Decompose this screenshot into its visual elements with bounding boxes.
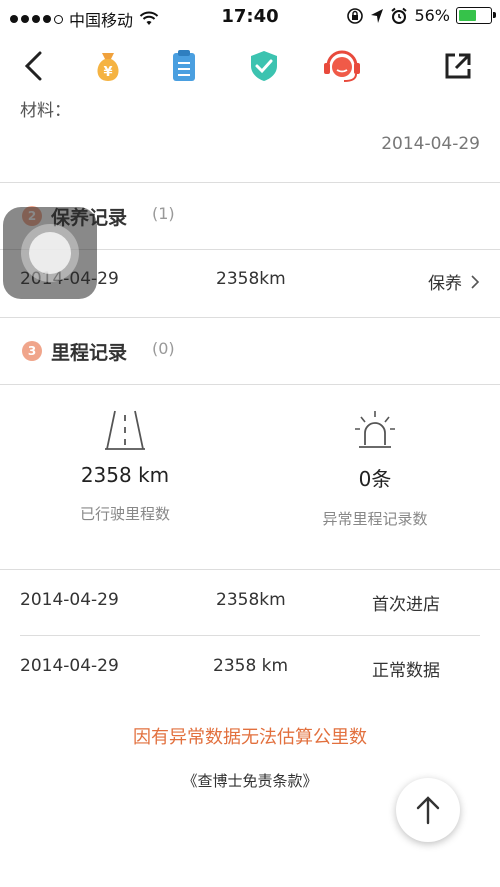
mileage-record-row: 2014-04-29 2358km 首次进店 <box>0 570 500 636</box>
report-button[interactable] <box>164 46 204 86</box>
scroll-top-button[interactable] <box>396 778 460 842</box>
customer-service-icon <box>324 50 360 82</box>
estimate-warning: 因有异常数据无法估算公里数 <box>133 727 367 748</box>
materials-date: 2014-04-29 <box>381 134 480 154</box>
section-title: 里程记录 <box>51 342 128 364</box>
location-icon <box>371 8 384 23</box>
record-status: 正常数据 <box>372 661 440 681</box>
toolbar: ¥ <box>0 38 500 94</box>
record-date: 2014-04-29 <box>20 656 119 676</box>
alarm-icon <box>391 7 408 24</box>
share-icon <box>445 53 471 79</box>
section-number-badge: 3 <box>22 341 42 361</box>
abnormal-record-stat: 0条 异常里程记录数 <box>250 409 500 529</box>
document-icon <box>173 50 195 81</box>
driven-mileage-value: 2358 km <box>80 463 170 487</box>
svg-text:¥: ¥ <box>103 65 112 80</box>
record-type-label: 保养 <box>428 274 462 294</box>
record-mileage: 2358 km <box>213 656 289 676</box>
back-button[interactable] <box>14 46 54 86</box>
materials-label: 材料： <box>20 101 71 121</box>
money-button[interactable]: ¥ <box>88 46 128 86</box>
assistive-touch-button[interactable] <box>3 207 97 299</box>
arrow-up-icon <box>416 796 440 825</box>
battery-icon <box>456 7 496 24</box>
mileage-stats: 2358 km 已行驶里程数 0条 异常里程记录数 <box>0 409 500 584</box>
record-date: 2014-04-29 <box>20 590 119 610</box>
money-bag-icon: ¥ <box>97 53 119 81</box>
record-mileage: 2358km <box>216 269 286 289</box>
road-icon <box>105 410 145 450</box>
status-bar: 中国移动 17:40 56% <box>0 0 500 34</box>
orientation-lock-icon <box>347 7 364 24</box>
share-button[interactable] <box>438 46 478 86</box>
driven-mileage-label: 已行驶里程数 <box>79 505 170 523</box>
record-status: 首次进店 <box>372 595 440 615</box>
section-count: (0) <box>152 339 175 358</box>
chevron-right-icon <box>471 274 480 289</box>
alarm-light-icon <box>355 411 395 448</box>
status-right: 56% <box>346 6 496 25</box>
customer-service-button[interactable] <box>322 46 362 86</box>
protection-button[interactable] <box>244 46 284 86</box>
back-icon <box>24 51 42 81</box>
mileage-section-header[interactable]: 3 里程记录 (0) <box>0 317 500 385</box>
driven-mileage-stat: 2358 km 已行驶里程数 <box>0 409 250 524</box>
abnormal-record-value: 0条 <box>358 467 392 491</box>
record-mileage: 2358km <box>216 590 286 610</box>
shield-check-icon <box>251 51 277 81</box>
mileage-record-row: 2014-04-29 2358 km 正常数据 <box>0 636 500 702</box>
section-count: (1) <box>152 204 175 223</box>
battery-percent: 56% <box>414 6 450 25</box>
abnormal-record-label: 异常里程记录数 <box>322 510 428 528</box>
record-type: 保养 <box>428 269 480 294</box>
